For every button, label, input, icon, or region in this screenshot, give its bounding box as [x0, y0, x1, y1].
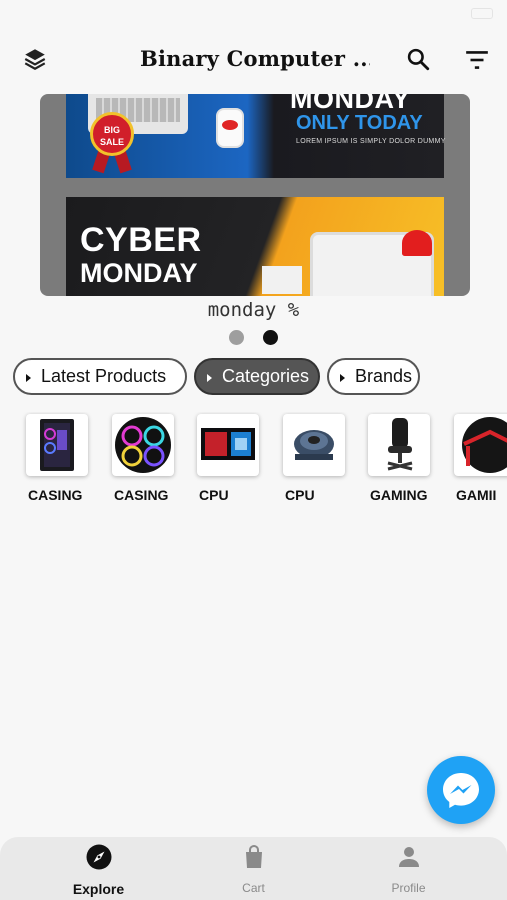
tab-profile[interactable]: Profile [324, 837, 493, 900]
category-label: CPU [285, 487, 315, 503]
messenger-icon [443, 773, 479, 808]
chip-label: Brands [355, 366, 413, 386]
category-label: CASING [28, 487, 83, 503]
section-chips: Latest Products Categories Brands [13, 358, 493, 396]
caret-right-icon [207, 374, 212, 382]
carousel-dot-active[interactable] [263, 330, 278, 345]
tab-label: Profile [391, 881, 426, 895]
tab-cart[interactable]: Cart [169, 837, 338, 900]
status-bar [0, 0, 507, 34]
chip-categories[interactable]: Categories [194, 358, 320, 395]
carousel-indicator [229, 330, 285, 346]
category-label: CPU [199, 487, 229, 503]
category-label: GAMING [370, 487, 428, 503]
cpu-box-image [197, 414, 259, 476]
layers-icon[interactable] [22, 46, 48, 72]
chip-label: Categories [222, 366, 310, 386]
promo-banner[interactable]: BIG SALE MONDAY ONLY TODAY LOREM IPSUM I… [40, 94, 470, 296]
chip-label: Latest Products [41, 366, 167, 386]
banner-cyber-text: CYBER [80, 221, 202, 259]
compass-icon [86, 844, 112, 870]
big-sale-badge: BIG SALE [90, 112, 134, 156]
banner-monday-text: MONDAY [80, 258, 198, 288]
shopping-bag-icon [246, 844, 262, 868]
filter-icon[interactable] [464, 48, 490, 72]
pc-case-image [26, 414, 88, 476]
chip-brands[interactable]: Brands [327, 358, 420, 395]
banner-only-today: ONLY TODAY [296, 112, 423, 134]
red-bow-image [402, 230, 432, 256]
rgb-fans-image [112, 414, 174, 476]
caret-right-icon [26, 374, 31, 382]
messenger-button[interactable] [427, 756, 495, 824]
tab-label: Cart [242, 881, 265, 895]
search-icon[interactable] [405, 46, 431, 72]
caret-right-icon [340, 374, 345, 382]
page-title: Binary Computer ... [140, 46, 370, 71]
banner-caption: monday % [207, 299, 300, 321]
chip-latest-products[interactable]: Latest Products [13, 358, 187, 395]
category-label: CASING [114, 487, 169, 503]
gift-box-image [262, 266, 302, 294]
category-list: CASING CASING CPU CPU GAMING GAMII [0, 412, 507, 512]
banner-small-text: LOREM IPSUM IS SIMPLY DOLOR DUMMY [296, 138, 446, 145]
tab-label: Explore [72, 881, 125, 897]
cpu-cooler-image [283, 414, 345, 476]
bottom-nav: Explore Cart Profile [0, 837, 507, 900]
app-bar: Binary Computer ... [0, 38, 507, 82]
tab-explore[interactable]: Explore [14, 837, 183, 900]
gaming-desk-image [454, 414, 507, 476]
person-icon [399, 847, 419, 867]
category-label: GAMII [456, 487, 497, 503]
carousel-dot[interactable] [229, 330, 244, 345]
gaming-chair-image [368, 414, 430, 476]
battery-icon [471, 8, 493, 19]
